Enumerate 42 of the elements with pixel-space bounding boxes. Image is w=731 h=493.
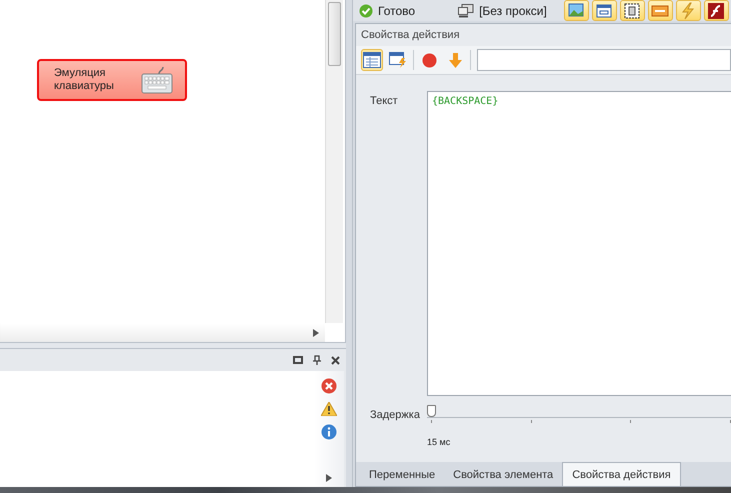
down-arrow-icon: [448, 52, 462, 68]
scroll-right-arrow-icon[interactable]: [313, 328, 319, 336]
table-icon: [363, 52, 381, 68]
record-icon: [422, 52, 436, 68]
warning-icon[interactable]: [321, 402, 337, 416]
tab[interactable]: Свойства элемента: [444, 464, 562, 486]
field-label: Текст: [370, 94, 399, 109]
keyboard-icon: [141, 66, 173, 94]
error-icon[interactable]: [321, 378, 337, 394]
field-label: Задержка: [370, 408, 421, 421]
slider-track[interactable]: [427, 405, 731, 418]
action-node[interactable]: Эмуляция клавиатуры: [37, 59, 187, 101]
picture-icon: [567, 2, 586, 20]
style-sheet-button[interactable]: [648, 0, 673, 21]
frame-icon: [623, 2, 642, 20]
window-lightning-icon: [389, 52, 407, 68]
picture-button[interactable]: [564, 0, 589, 21]
info-icon[interactable]: [321, 424, 337, 440]
maximize-icon[interactable]: [293, 356, 303, 364]
window-button[interactable]: [592, 0, 617, 21]
computers-icon: [458, 4, 474, 18]
proxy-text: [Без прокси]: [479, 4, 547, 18]
table-view-button[interactable]: [361, 49, 383, 71]
slider-value: 15 мс: [427, 437, 452, 447]
slider-thumb[interactable]: [427, 405, 436, 417]
tab[interactable]: Свойства действия: [562, 462, 681, 486]
tab[interactable]: Переменные: [360, 464, 444, 486]
frame-button[interactable]: [620, 0, 645, 21]
flash-button[interactable]: [704, 0, 729, 21]
scroll-right-arrow-icon[interactable]: [326, 474, 332, 482]
pin-icon[interactable]: [313, 355, 321, 365]
flash-icon: [707, 2, 726, 20]
check-icon: [359, 4, 373, 18]
window-icon: [595, 2, 614, 20]
text-area[interactable]: {BACKSPACE}: [427, 91, 731, 396]
input-field[interactable]: [477, 49, 731, 71]
close-icon[interactable]: [331, 356, 340, 364]
status-text: Готово: [378, 4, 416, 18]
node-label: Эмуляция клавиатуры: [54, 67, 115, 93]
text-value: {BACKSPACE}: [432, 96, 498, 107]
scrollbar[interactable]: [325, 0, 343, 323]
scroll-thumb[interactable]: [328, 2, 341, 66]
